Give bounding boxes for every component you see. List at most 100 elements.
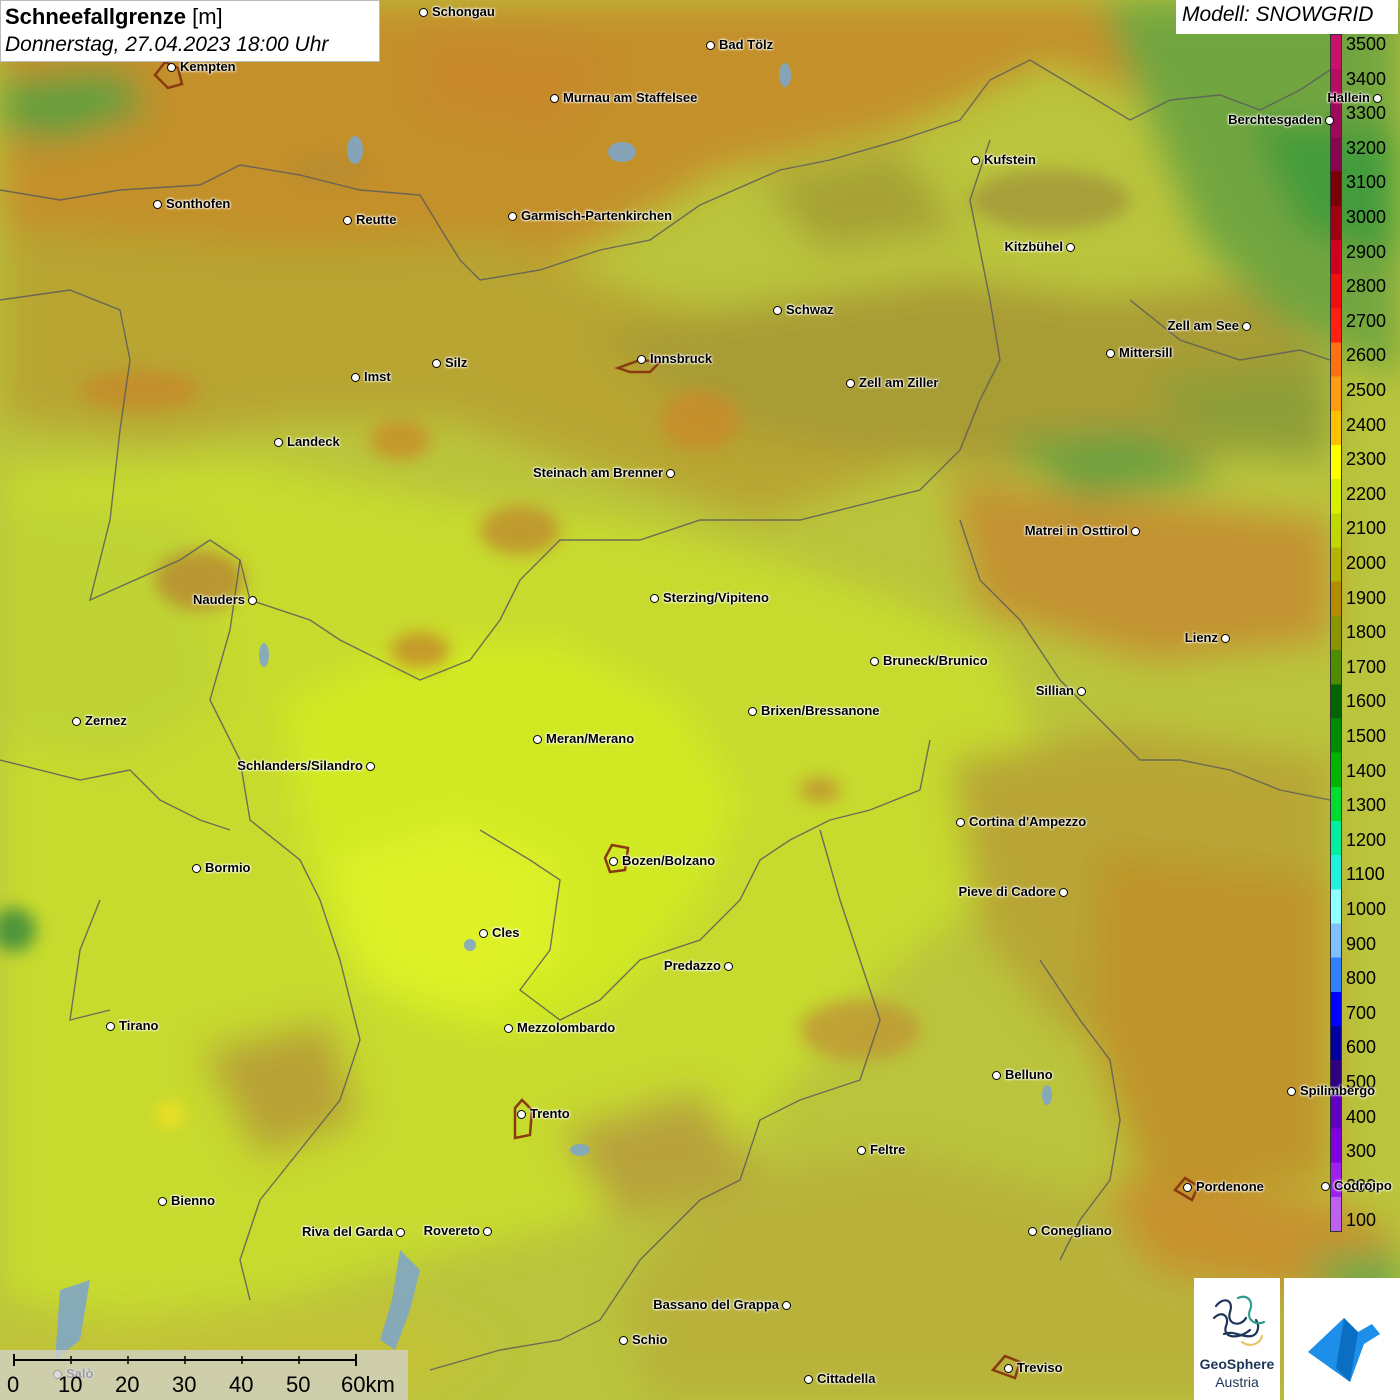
city-marker[interactable]	[1183, 1183, 1192, 1192]
city-label[interactable]: Zell am See	[1167, 318, 1239, 333]
city-marker[interactable]	[1321, 1182, 1330, 1191]
city-label[interactable]: Schlanders/Silandro	[237, 758, 363, 773]
city-marker[interactable]	[857, 1146, 866, 1155]
city-label[interactable]: Cittadella	[817, 1371, 876, 1386]
city-marker[interactable]	[666, 469, 675, 478]
city-label[interactable]: Bormio	[205, 860, 251, 875]
city-label[interactable]: Conegliano	[1041, 1223, 1112, 1238]
city-marker[interactable]	[1242, 322, 1251, 331]
city-label[interactable]: Imst	[364, 369, 391, 384]
city-marker[interactable]	[748, 707, 757, 716]
city-marker[interactable]	[343, 216, 352, 225]
city-marker[interactable]	[1077, 687, 1086, 696]
city-marker[interactable]	[706, 41, 715, 50]
city-label[interactable]: Pieve di Cadore	[958, 884, 1056, 899]
city-label[interactable]: Brixen/Bressanone	[761, 703, 880, 718]
city-marker[interactable]	[153, 200, 162, 209]
city-label[interactable]: Trento	[530, 1106, 570, 1121]
geosphere-logo[interactable]: GeoSphere Austria	[1194, 1278, 1280, 1400]
city-label[interactable]: Schio	[632, 1332, 667, 1347]
city-label[interactable]: Cortina d'Ampezzo	[969, 814, 1086, 829]
city-label[interactable]: Feltre	[870, 1142, 905, 1157]
city-marker[interactable]	[971, 156, 980, 165]
city-label[interactable]: Bozen/Bolzano	[622, 853, 715, 868]
city-marker[interactable]	[1028, 1227, 1037, 1236]
city-marker[interactable]	[351, 373, 360, 382]
city-label[interactable]: Pordenone	[1196, 1179, 1264, 1194]
city-label[interactable]: Mezzolombardo	[517, 1020, 615, 1035]
weather-app-logo[interactable]	[1284, 1278, 1400, 1400]
city-label[interactable]: Matrei in Osttirol	[1025, 523, 1128, 538]
city-label[interactable]: Hallein	[1327, 90, 1370, 105]
city-label[interactable]: Kufstein	[984, 152, 1036, 167]
city-marker[interactable]	[609, 857, 618, 866]
city-marker[interactable]	[846, 379, 855, 388]
city-marker[interactable]	[1131, 527, 1140, 536]
city-marker[interactable]	[479, 929, 488, 938]
city-marker[interactable]	[1004, 1364, 1013, 1373]
city-label[interactable]: Lienz	[1185, 630, 1218, 645]
city-label[interactable]: Cles	[492, 925, 519, 940]
city-label[interactable]: Innsbruck	[650, 351, 712, 366]
city-label[interactable]: Zell am Ziller	[859, 375, 938, 390]
city-label[interactable]: Treviso	[1017, 1360, 1063, 1375]
city-marker[interactable]	[1106, 349, 1115, 358]
city-label[interactable]: Schwaz	[786, 302, 834, 317]
city-label[interactable]: Kitzbühel	[1005, 239, 1064, 254]
city-marker[interactable]	[517, 1110, 526, 1119]
city-marker[interactable]	[483, 1227, 492, 1236]
city-marker[interactable]	[724, 962, 733, 971]
city-label[interactable]: Kempten	[180, 59, 236, 74]
city-label[interactable]: Mittersill	[1119, 345, 1172, 360]
city-label[interactable]: Rovereto	[424, 1223, 480, 1238]
city-label[interactable]: Garmisch-Partenkirchen	[521, 208, 672, 223]
city-label[interactable]: Bad Tölz	[719, 37, 773, 52]
city-label[interactable]: Predazzo	[664, 958, 721, 973]
city-marker[interactable]	[550, 94, 559, 103]
city-label[interactable]: Bienno	[171, 1193, 215, 1208]
city-marker[interactable]	[167, 63, 176, 72]
city-label[interactable]: Silz	[445, 355, 467, 370]
city-label[interactable]: Schongau	[432, 4, 495, 19]
city-marker[interactable]	[650, 594, 659, 603]
city-marker[interactable]	[533, 735, 542, 744]
city-label[interactable]: Murnau am Staffelsee	[563, 90, 697, 105]
city-marker[interactable]	[508, 212, 517, 221]
city-marker[interactable]	[432, 359, 441, 368]
city-marker[interactable]	[419, 8, 428, 17]
city-marker[interactable]	[158, 1197, 167, 1206]
city-marker[interactable]	[72, 717, 81, 726]
city-marker[interactable]	[773, 306, 782, 315]
city-label[interactable]: Bruneck/Brunico	[883, 653, 988, 668]
city-marker[interactable]	[504, 1024, 513, 1033]
city-marker[interactable]	[1287, 1087, 1296, 1096]
city-marker[interactable]	[1221, 634, 1230, 643]
city-label[interactable]: Steinach am Brenner	[533, 465, 663, 480]
city-marker[interactable]	[956, 818, 965, 827]
city-label[interactable]: Reutte	[356, 212, 396, 227]
city-marker[interactable]	[804, 1375, 813, 1384]
city-label[interactable]: Codroipo	[1334, 1178, 1392, 1193]
city-label[interactable]: Nauders	[193, 592, 245, 607]
city-marker[interactable]	[396, 1228, 405, 1237]
city-label[interactable]: Sterzing/Vipiteno	[663, 590, 769, 605]
city-marker[interactable]	[637, 355, 646, 364]
city-label[interactable]: Riva del Garda	[302, 1224, 393, 1239]
city-label[interactable]: Sonthofen	[166, 196, 230, 211]
city-label[interactable]: Sillian	[1036, 683, 1074, 698]
city-label[interactable]: Spilimbergo	[1300, 1083, 1375, 1098]
city-marker[interactable]	[782, 1301, 791, 1310]
city-marker[interactable]	[870, 657, 879, 666]
city-label[interactable]: Zernez	[85, 713, 127, 728]
city-marker[interactable]	[1059, 888, 1068, 897]
city-marker[interactable]	[274, 438, 283, 447]
city-label[interactable]: Berchtesgaden	[1228, 112, 1322, 127]
city-label[interactable]: Belluno	[1005, 1067, 1053, 1082]
city-marker[interactable]	[992, 1071, 1001, 1080]
city-marker[interactable]	[1373, 94, 1382, 103]
city-label[interactable]: Landeck	[287, 434, 340, 449]
city-marker[interactable]	[1066, 243, 1075, 252]
city-label[interactable]: Bassano del Grappa	[653, 1297, 779, 1312]
city-label[interactable]: Tirano	[119, 1018, 159, 1033]
city-label[interactable]: Meran/Merano	[546, 731, 634, 746]
